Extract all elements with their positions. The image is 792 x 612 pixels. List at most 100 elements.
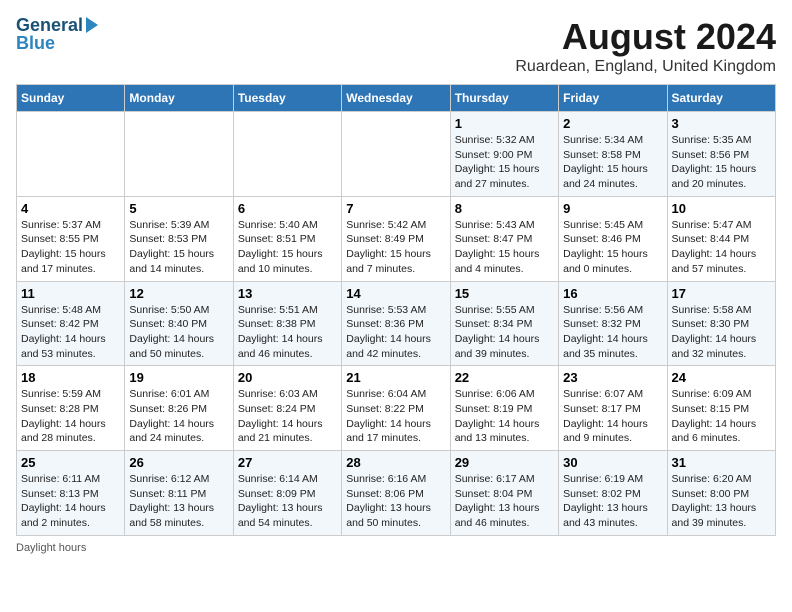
day-info: Sunrise: 6:09 AM Sunset: 8:15 PM Dayligh… — [672, 387, 771, 446]
day-number: 23 — [563, 370, 662, 385]
day-info: Sunrise: 5:53 AM Sunset: 8:36 PM Dayligh… — [346, 303, 445, 362]
day-number: 18 — [21, 370, 120, 385]
calendar-cell: 7Sunrise: 5:42 AM Sunset: 8:49 PM Daylig… — [342, 196, 450, 281]
page-header: General Blue August 2024 Ruardean, Engla… — [16, 16, 776, 76]
day-number: 15 — [455, 286, 554, 301]
calendar-cell: 30Sunrise: 6:19 AM Sunset: 8:02 PM Dayli… — [559, 451, 667, 536]
day-info: Sunrise: 6:20 AM Sunset: 8:00 PM Dayligh… — [672, 472, 771, 531]
calendar-cell: 18 Sunrise: 5:59 AM Sunset: 8:28 PM Dayli… — [17, 366, 125, 451]
calendar-cell: 28 Sunrise: 6:16 AM Sunset: 8:06 PM Dayli… — [342, 451, 450, 536]
day-info: Sunrise: 5:50 AM Sunset: 8:40 PM Dayligh… — [129, 303, 228, 362]
calendar-cell: 26 Sunrise: 6:12 AM Sunset: 8:11 PM Dayli… — [125, 451, 233, 536]
day-number: 30 — [563, 455, 662, 470]
weekday-header-friday: Friday — [559, 85, 667, 112]
day-number: 22 — [455, 370, 554, 385]
calendar-cell: 17 Sunrise: 5:58 AM Sunset: 8:30 PM Dayli… — [667, 281, 775, 366]
day-info: Sunrise: 5:58 AM Sunset: 8:30 PM Dayligh… — [672, 303, 771, 362]
day-info: Sunrise: 5:55 AM Sunset: 8:34 PM Dayligh… — [455, 303, 554, 362]
day-number: 9 — [563, 201, 662, 216]
day-info: Sunrise: 5:51 AM Sunset: 8:38 PM Dayligh… — [238, 303, 337, 362]
calendar-cell: 29 Sunrise: 6:17 AM Sunset: 8:04 PM Dayli… — [450, 451, 558, 536]
day-number: 29 — [455, 455, 554, 470]
day-number: 1 — [455, 116, 554, 131]
day-number: 4 — [21, 201, 120, 216]
calendar-cell: 19 Sunrise: 6:01 AM Sunset: 8:26 PM Dayli… — [125, 366, 233, 451]
calendar-week-4: 18 Sunrise: 5:59 AM Sunset: 8:28 PM Dayli… — [17, 366, 776, 451]
day-info: Sunrise: 6:12 AM Sunset: 8:11 PM Dayligh… — [129, 472, 228, 531]
weekday-header-thursday: Thursday — [450, 85, 558, 112]
day-info: Sunrise: 5:43 AM Sunset: 8:47 PM Dayligh… — [455, 218, 554, 277]
day-info: Sunrise: 6:01 AM Sunset: 8:26 PM Dayligh… — [129, 387, 228, 446]
calendar-week-5: 25Sunrise: 6:11 AM Sunset: 8:13 PM Dayli… — [17, 451, 776, 536]
day-number: 16 — [563, 286, 662, 301]
calendar-cell: 8 Sunrise: 5:43 AM Sunset: 8:47 PM Daylig… — [450, 196, 558, 281]
weekday-header-sunday: Sunday — [17, 85, 125, 112]
logo-text-blue: Blue — [16, 34, 55, 54]
day-info: Sunrise: 5:56 AM Sunset: 8:32 PM Dayligh… — [563, 303, 662, 362]
calendar-cell: 22 Sunrise: 6:06 AM Sunset: 8:19 PM Dayli… — [450, 366, 558, 451]
day-number: 11 — [21, 286, 120, 301]
day-number: 10 — [672, 201, 771, 216]
day-info: Sunrise: 5:59 AM Sunset: 8:28 PM Dayligh… — [21, 387, 120, 446]
calendar-cell: 25Sunrise: 6:11 AM Sunset: 8:13 PM Dayli… — [17, 451, 125, 536]
day-info: Sunrise: 5:32 AM Sunset: 9:00 PM Dayligh… — [455, 133, 554, 192]
day-info: Sunrise: 5:42 AM Sunset: 8:49 PM Dayligh… — [346, 218, 445, 277]
day-info: Sunrise: 6:16 AM Sunset: 8:06 PM Dayligh… — [346, 472, 445, 531]
day-number: 19 — [129, 370, 228, 385]
calendar-cell: 4Sunrise: 5:37 AM Sunset: 8:55 PM Daylig… — [17, 196, 125, 281]
day-info: Sunrise: 5:45 AM Sunset: 8:46 PM Dayligh… — [563, 218, 662, 277]
calendar-cell: 1 Sunrise: 5:32 AM Sunset: 9:00 PM Daylig… — [450, 112, 558, 197]
day-number: 13 — [238, 286, 337, 301]
calendar-cell: 23Sunrise: 6:07 AM Sunset: 8:17 PM Dayli… — [559, 366, 667, 451]
day-info: Sunrise: 5:47 AM Sunset: 8:44 PM Dayligh… — [672, 218, 771, 277]
calendar-cell: 2 Sunrise: 5:34 AM Sunset: 8:58 PM Daylig… — [559, 112, 667, 197]
weekday-header-tuesday: Tuesday — [233, 85, 341, 112]
weekday-header-monday: Monday — [125, 85, 233, 112]
main-title: August 2024 — [515, 16, 776, 58]
day-number: 6 — [238, 201, 337, 216]
day-info: Sunrise: 5:34 AM Sunset: 8:58 PM Dayligh… — [563, 133, 662, 192]
calendar-cell: 16 Sunrise: 5:56 AM Sunset: 8:32 PM Dayli… — [559, 281, 667, 366]
day-info: Sunrise: 5:48 AM Sunset: 8:42 PM Dayligh… — [21, 303, 120, 362]
title-block: August 2024 Ruardean, England, United Ki… — [515, 16, 776, 76]
day-number: 21 — [346, 370, 445, 385]
calendar-cell: 10 Sunrise: 5:47 AM Sunset: 8:44 PM Dayli… — [667, 196, 775, 281]
calendar-cell: 14Sunrise: 5:53 AM Sunset: 8:36 PM Dayli… — [342, 281, 450, 366]
day-number: 31 — [672, 455, 771, 470]
calendar-cell: 20Sunrise: 6:03 AM Sunset: 8:24 PM Dayli… — [233, 366, 341, 451]
day-info: Sunrise: 5:40 AM Sunset: 8:51 PM Dayligh… — [238, 218, 337, 277]
logo-arrow-icon — [86, 17, 98, 33]
calendar-table: SundayMondayTuesdayWednesdayThursdayFrid… — [16, 84, 776, 536]
calendar-cell — [342, 112, 450, 197]
calendar-cell: 5Sunrise: 5:39 AM Sunset: 8:53 PM Daylig… — [125, 196, 233, 281]
logo: General Blue — [16, 16, 98, 54]
calendar-week-1: 1 Sunrise: 5:32 AM Sunset: 9:00 PM Daylig… — [17, 112, 776, 197]
day-number: 2 — [563, 116, 662, 131]
day-number: 17 — [672, 286, 771, 301]
calendar-cell — [17, 112, 125, 197]
day-info: Sunrise: 6:04 AM Sunset: 8:22 PM Dayligh… — [346, 387, 445, 446]
day-info: Sunrise: 6:11 AM Sunset: 8:13 PM Dayligh… — [21, 472, 120, 531]
calendar-cell — [125, 112, 233, 197]
footer-note: Daylight hours — [16, 542, 776, 554]
day-info: Sunrise: 6:06 AM Sunset: 8:19 PM Dayligh… — [455, 387, 554, 446]
calendar-week-3: 11 Sunrise: 5:48 AM Sunset: 8:42 PM Dayli… — [17, 281, 776, 366]
calendar-cell: 9 Sunrise: 5:45 AM Sunset: 8:46 PM Daylig… — [559, 196, 667, 281]
day-number: 12 — [129, 286, 228, 301]
day-info: Sunrise: 5:35 AM Sunset: 8:56 PM Dayligh… — [672, 133, 771, 192]
weekday-header-wednesday: Wednesday — [342, 85, 450, 112]
footer-text: Daylight hours — [16, 542, 86, 554]
weekday-header-saturday: Saturday — [667, 85, 775, 112]
day-number: 8 — [455, 201, 554, 216]
calendar-cell: 3Sunrise: 5:35 AM Sunset: 8:56 PM Daylig… — [667, 112, 775, 197]
calendar-cell: 27Sunrise: 6:14 AM Sunset: 8:09 PM Dayli… — [233, 451, 341, 536]
calendar-cell: 6 Sunrise: 5:40 AM Sunset: 8:51 PM Daylig… — [233, 196, 341, 281]
calendar-cell: 21 Sunrise: 6:04 AM Sunset: 8:22 PM Dayli… — [342, 366, 450, 451]
day-number: 24 — [672, 370, 771, 385]
day-number: 27 — [238, 455, 337, 470]
subtitle: Ruardean, England, United Kingdom — [515, 58, 776, 76]
calendar-cell: 31 Sunrise: 6:20 AM Sunset: 8:00 PM Dayli… — [667, 451, 775, 536]
day-number: 26 — [129, 455, 228, 470]
day-info: Sunrise: 6:17 AM Sunset: 8:04 PM Dayligh… — [455, 472, 554, 531]
day-number: 28 — [346, 455, 445, 470]
